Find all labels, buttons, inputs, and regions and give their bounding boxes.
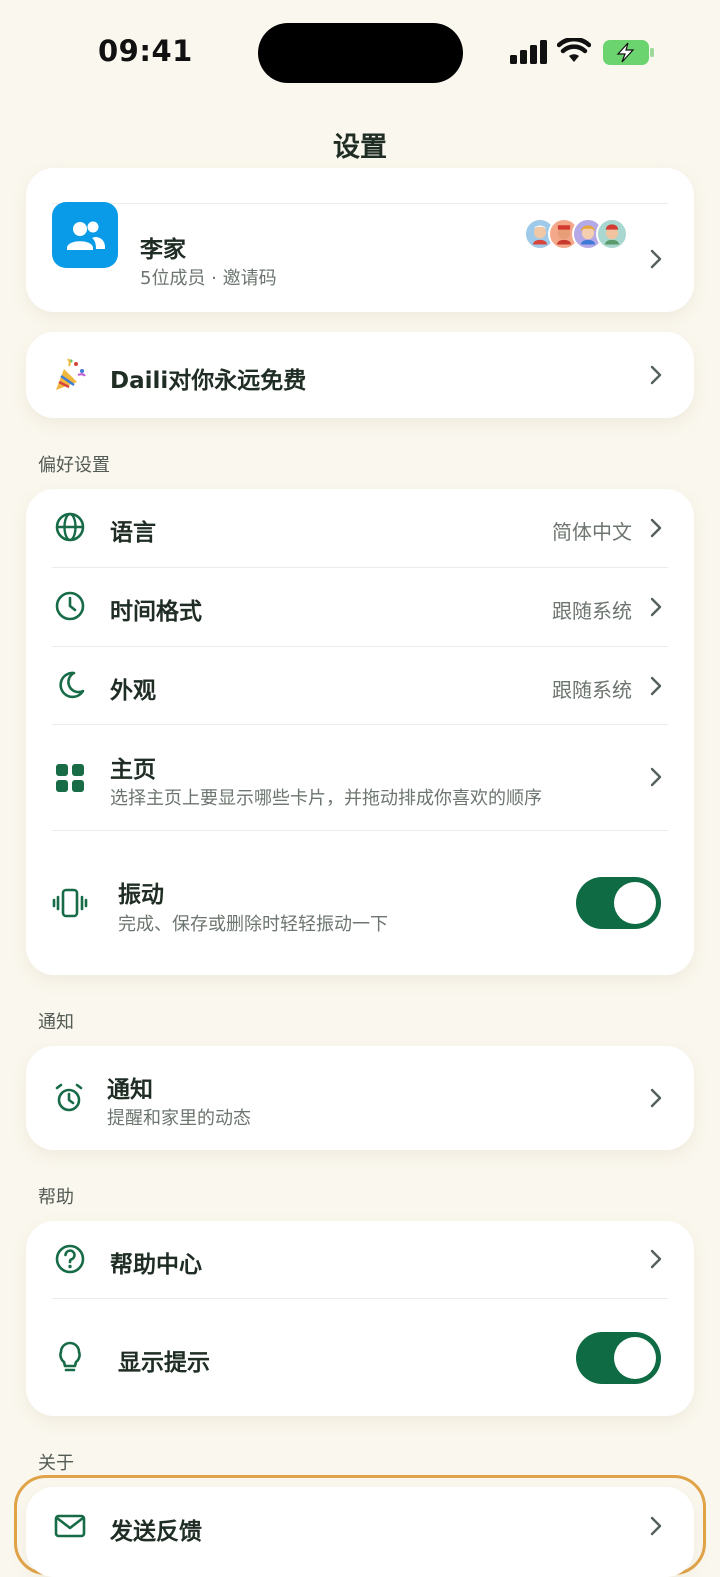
status-bar: 09:41 xyxy=(0,0,720,105)
promo-label: Daili对你永远免费 xyxy=(110,368,307,394)
vibration-description: 完成、保存或删除时轻轻振动一下 xyxy=(118,914,388,935)
cellular-signal-icon xyxy=(510,40,548,64)
family-card[interactable]: 李家 5位成员 · 邀请码 xyxy=(26,168,694,312)
moon-icon xyxy=(52,667,88,703)
chevron-right-icon xyxy=(648,1087,664,1109)
preferences-card: 语言 简体中文 时间格式 跟随系统 外观 跟随系统 主页 选择主页上要显示哪些卡… xyxy=(26,489,694,975)
chevron-right-icon xyxy=(648,364,664,386)
time-format-row[interactable]: 时间格式 跟随系统 xyxy=(26,567,694,645)
chevron-right-icon xyxy=(648,517,664,539)
battery-charging-icon xyxy=(603,40,655,65)
home-row[interactable]: 主页 选择主页上要显示哪些卡片，并拖动排成你喜欢的顺序 xyxy=(26,724,694,830)
show-tips-row: 显示提示 xyxy=(26,1298,694,1416)
globe-icon xyxy=(52,509,88,545)
member-avatars xyxy=(524,218,634,250)
status-time: 09:41 xyxy=(98,34,193,68)
notifications-card[interactable]: 通知 提醒和家里的动态 xyxy=(26,1046,694,1150)
family-name: 李家 xyxy=(140,237,186,263)
toggle-knob xyxy=(614,882,656,924)
help-center-label: 帮助中心 xyxy=(110,1252,202,1278)
family-info: 5位成员 · 邀请码 xyxy=(140,268,277,289)
chevron-right-icon xyxy=(648,1248,664,1270)
section-header-preferences: 偏好设置 xyxy=(38,455,110,476)
avatar xyxy=(596,218,628,250)
chevron-right-icon xyxy=(648,766,664,788)
language-label: 语言 xyxy=(110,520,156,546)
show-tips-toggle[interactable] xyxy=(576,1332,661,1384)
lightbulb-icon xyxy=(52,1340,88,1376)
party-popper-icon xyxy=(52,357,88,393)
section-header-help: 帮助 xyxy=(38,1187,74,1208)
time-format-label: 时间格式 xyxy=(110,599,202,625)
help-card: 帮助中心 显示提示 xyxy=(26,1221,694,1416)
alarm-clock-icon xyxy=(52,1080,88,1116)
help-center-row[interactable]: 帮助中心 xyxy=(26,1221,694,1298)
section-header-notifications: 通知 xyxy=(38,1012,74,1033)
appearance-value: 跟随系统 xyxy=(552,678,632,702)
time-format-value: 跟随系统 xyxy=(552,599,632,623)
vibration-toggle[interactable] xyxy=(576,877,661,929)
vibration-icon xyxy=(52,885,88,921)
section-header-about: 关于 xyxy=(38,1453,74,1474)
toggle-knob xyxy=(614,1337,656,1379)
mail-icon xyxy=(52,1508,88,1544)
divider xyxy=(52,203,668,204)
chevron-right-icon xyxy=(648,1515,664,1537)
show-tips-label: 显示提示 xyxy=(118,1350,210,1376)
vibration-row: 振动 完成、保存或删除时轻轻振动一下 xyxy=(26,830,694,975)
clock-icon xyxy=(52,588,88,624)
appearance-row[interactable]: 外观 跟随系统 xyxy=(26,646,694,724)
home-description: 选择主页上要显示哪些卡片，并拖动排成你喜欢的顺序 xyxy=(110,788,542,809)
home-label: 主页 xyxy=(110,757,156,783)
grid-icon xyxy=(52,760,88,796)
dynamic-island xyxy=(258,23,463,83)
question-circle-icon xyxy=(52,1241,88,1277)
appearance-label: 外观 xyxy=(110,678,156,704)
language-row[interactable]: 语言 简体中文 xyxy=(26,489,694,567)
vibration-label: 振动 xyxy=(118,882,164,908)
notifications-description: 提醒和家里的动态 xyxy=(107,1108,251,1129)
chevron-right-icon xyxy=(648,248,664,270)
feedback-label: 发送反馈 xyxy=(110,1519,202,1545)
promo-card[interactable]: Daili对你永远免费 xyxy=(26,332,694,418)
family-icon xyxy=(52,202,118,268)
notifications-label: 通知 xyxy=(107,1077,153,1103)
wifi-icon xyxy=(556,36,592,64)
chevron-right-icon xyxy=(648,675,664,697)
chevron-right-icon xyxy=(648,596,664,618)
language-value: 简体中文 xyxy=(552,520,632,544)
